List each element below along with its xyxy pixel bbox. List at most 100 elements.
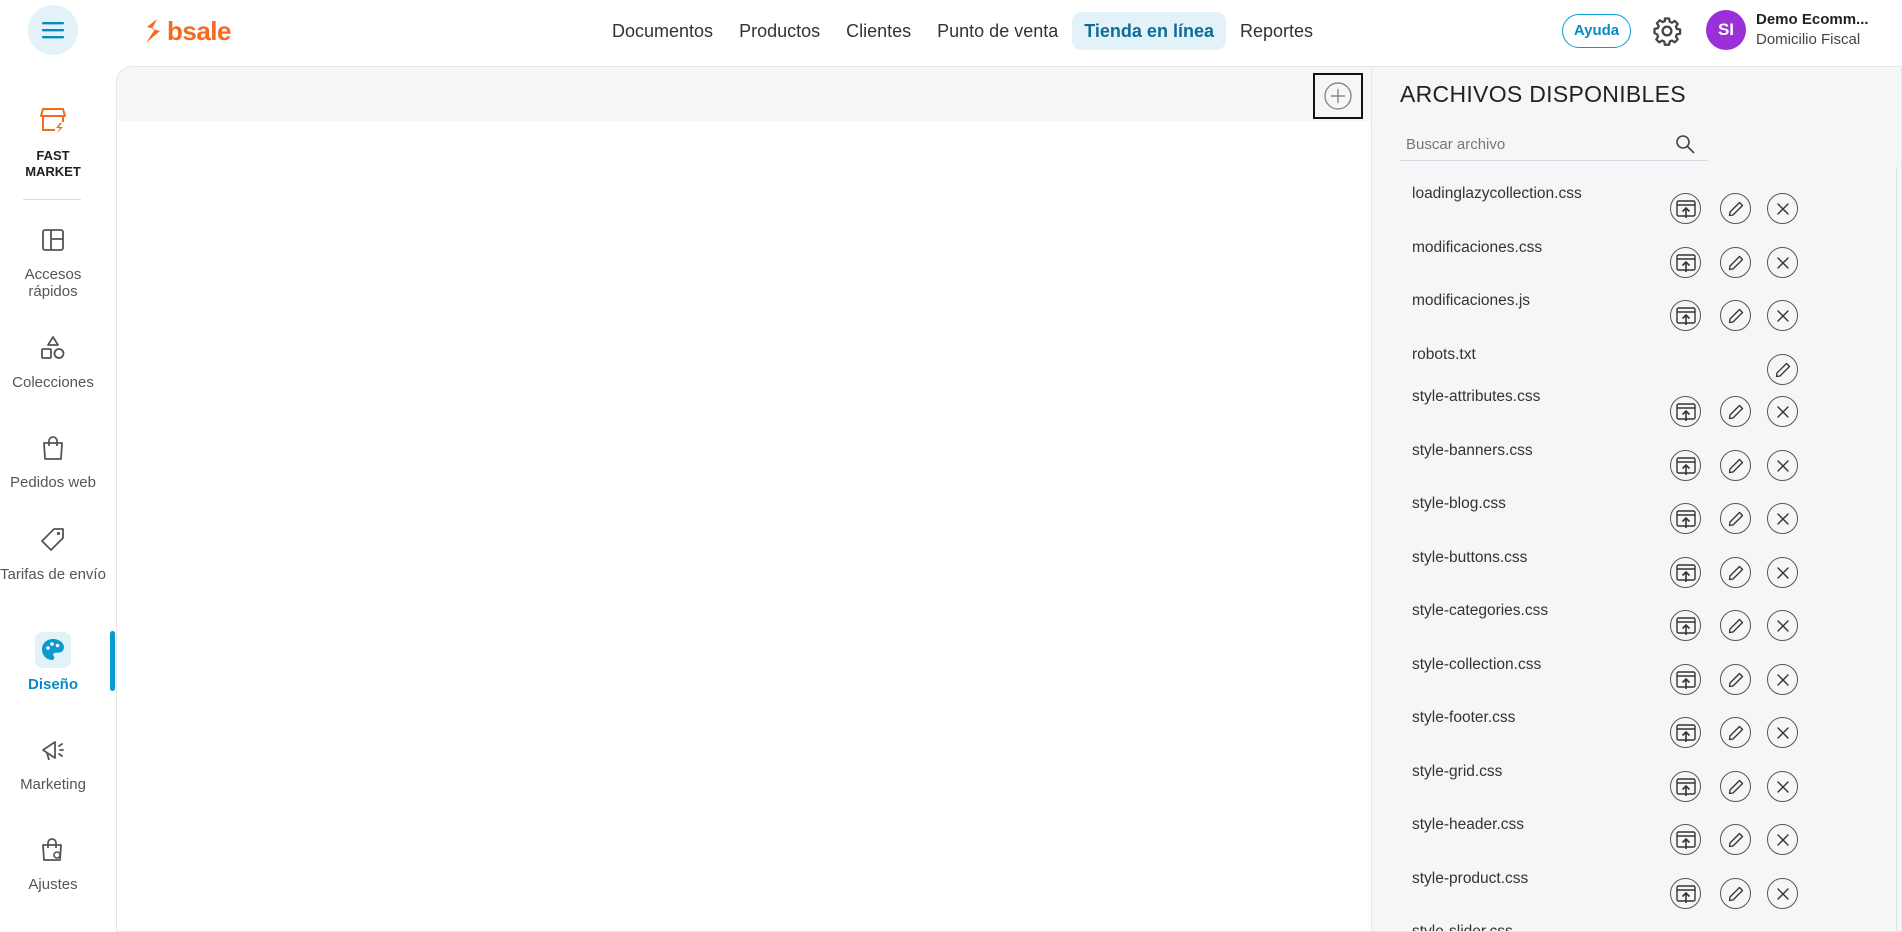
publish-file-button[interactable] bbox=[1670, 396, 1701, 427]
edit-file-button[interactable] bbox=[1720, 664, 1751, 695]
edit-file-button[interactable] bbox=[1720, 193, 1751, 224]
edit-file-button[interactable] bbox=[1767, 354, 1798, 385]
bsale-logo[interactable]: bsale bbox=[143, 14, 232, 48]
hamburger-icon bbox=[42, 22, 64, 39]
sidebar-brand[interactable]: FAST MARKET bbox=[0, 102, 106, 180]
upload-window-icon bbox=[1675, 252, 1697, 274]
search-icon[interactable] bbox=[1674, 133, 1696, 155]
sidebar-item-tarifas-de-envio[interactable]: Tarifas de envío bbox=[0, 522, 106, 583]
publish-file-button[interactable] bbox=[1670, 450, 1701, 481]
upload-window-icon bbox=[1675, 776, 1697, 798]
edit-file-button[interactable] bbox=[1720, 824, 1751, 855]
file-name[interactable]: style-categories.css bbox=[1412, 602, 1548, 620]
close-icon bbox=[1776, 256, 1790, 270]
delete-file-button[interactable] bbox=[1767, 664, 1798, 695]
close-icon bbox=[1776, 566, 1790, 580]
sidebar-item-marketing[interactable]: Marketing bbox=[0, 732, 106, 793]
pencil-icon bbox=[1727, 671, 1745, 689]
edit-file-button[interactable] bbox=[1720, 503, 1751, 534]
edit-file-button[interactable] bbox=[1720, 610, 1751, 641]
file-row: style-categories.css bbox=[1412, 602, 1872, 656]
plus-circle-icon bbox=[1324, 82, 1352, 110]
sidebar-item-colecciones[interactable]: Colecciones bbox=[0, 330, 106, 391]
file-name[interactable]: style-header.css bbox=[1412, 816, 1524, 834]
add-file-button[interactable] bbox=[1313, 73, 1363, 119]
edit-file-button[interactable] bbox=[1720, 450, 1751, 481]
publish-file-button[interactable] bbox=[1670, 503, 1701, 534]
sidebar-item-diseno[interactable]: Diseño bbox=[0, 632, 106, 693]
palette-icon bbox=[35, 632, 71, 668]
file-row: style-buttons.css bbox=[1412, 549, 1872, 603]
delete-file-button[interactable] bbox=[1767, 247, 1798, 278]
file-name[interactable]: loadinglazycollection.css bbox=[1412, 185, 1582, 203]
pencil-icon bbox=[1727, 200, 1745, 218]
nav-documentos[interactable]: Documentos bbox=[600, 12, 725, 50]
publish-file-button[interactable] bbox=[1670, 247, 1701, 278]
delete-file-button[interactable] bbox=[1767, 300, 1798, 331]
file-name[interactable]: style-attributes.css bbox=[1412, 388, 1540, 406]
account-info[interactable]: Demo Ecomm... Domicilio Fiscal bbox=[1756, 11, 1896, 48]
edit-file-button[interactable] bbox=[1720, 247, 1751, 278]
file-name[interactable]: robots.txt bbox=[1412, 346, 1476, 364]
file-row: style-collection.css bbox=[1412, 656, 1872, 710]
file-name[interactable]: style-product.css bbox=[1412, 870, 1528, 888]
publish-file-button[interactable] bbox=[1670, 824, 1701, 855]
bag-gear-icon bbox=[35, 832, 71, 868]
avatar[interactable]: SI bbox=[1706, 10, 1746, 50]
sidebar-item-pedidos-web[interactable]: Pedidos web bbox=[0, 430, 106, 491]
search-box bbox=[1400, 129, 1708, 161]
sidebar-item-accesos-rapidos[interactable]: Accesos rápidos bbox=[0, 222, 106, 300]
menu-button[interactable] bbox=[28, 5, 78, 55]
delete-file-button[interactable] bbox=[1767, 450, 1798, 481]
file-name[interactable]: modificaciones.css bbox=[1412, 239, 1542, 257]
upload-window-icon bbox=[1675, 883, 1697, 905]
publish-file-button[interactable] bbox=[1670, 300, 1701, 331]
search-input[interactable] bbox=[1400, 129, 1670, 159]
tag-icon bbox=[35, 522, 71, 558]
help-button[interactable]: Ayuda bbox=[1562, 14, 1631, 48]
publish-file-button[interactable] bbox=[1670, 878, 1701, 909]
edit-file-button[interactable] bbox=[1720, 771, 1751, 802]
file-row: modificaciones.js bbox=[1412, 292, 1872, 346]
delete-file-button[interactable] bbox=[1767, 503, 1798, 534]
delete-file-button[interactable] bbox=[1767, 557, 1798, 588]
nav-punto-de-venta[interactable]: Punto de venta bbox=[925, 12, 1070, 50]
edit-file-button[interactable] bbox=[1720, 557, 1751, 588]
file-name[interactable]: style-footer.css bbox=[1412, 709, 1515, 727]
edit-file-button[interactable] bbox=[1720, 300, 1751, 331]
file-name[interactable]: style-blog.css bbox=[1412, 495, 1506, 513]
edit-file-button[interactable] bbox=[1720, 396, 1751, 427]
editor-area[interactable] bbox=[117, 121, 1371, 931]
publish-file-button[interactable] bbox=[1670, 664, 1701, 695]
edit-file-button[interactable] bbox=[1720, 878, 1751, 909]
edit-file-button[interactable] bbox=[1720, 717, 1751, 748]
file-name[interactable]: style-collection.css bbox=[1412, 656, 1541, 674]
publish-file-button[interactable] bbox=[1670, 610, 1701, 641]
delete-file-button[interactable] bbox=[1767, 717, 1798, 748]
delete-file-button[interactable] bbox=[1767, 771, 1798, 802]
file-name[interactable]: style-slider.css bbox=[1412, 923, 1513, 931]
publish-file-button[interactable] bbox=[1670, 557, 1701, 588]
delete-file-button[interactable] bbox=[1767, 878, 1798, 909]
delete-file-button[interactable] bbox=[1767, 610, 1798, 641]
file-name[interactable]: style-buttons.css bbox=[1412, 549, 1527, 567]
file-name[interactable]: style-banners.css bbox=[1412, 442, 1533, 460]
delete-file-button[interactable] bbox=[1767, 193, 1798, 224]
gear-icon[interactable] bbox=[1652, 16, 1682, 46]
nav-clientes[interactable]: Clientes bbox=[834, 12, 923, 50]
delete-file-button[interactable] bbox=[1767, 396, 1798, 427]
file-name[interactable]: modificaciones.js bbox=[1412, 292, 1530, 310]
sidebar-item-ajustes[interactable]: Ajustes bbox=[0, 832, 106, 893]
upload-window-icon bbox=[1675, 508, 1697, 530]
nav-productos[interactable]: Productos bbox=[727, 12, 832, 50]
file-name[interactable]: style-grid.css bbox=[1412, 763, 1502, 781]
sidebar-item-label: Accesos rápidos bbox=[24, 266, 82, 300]
top-bar: bsale Documentos Productos Clientes Punt… bbox=[0, 0, 1902, 62]
publish-file-button[interactable] bbox=[1670, 771, 1701, 802]
nav-reportes[interactable]: Reportes bbox=[1228, 12, 1325, 50]
publish-file-button[interactable] bbox=[1670, 717, 1701, 748]
scrollbar-track[interactable] bbox=[1896, 167, 1897, 931]
nav-tienda-en-linea[interactable]: Tienda en línea bbox=[1072, 12, 1226, 50]
publish-file-button[interactable] bbox=[1670, 193, 1701, 224]
delete-file-button[interactable] bbox=[1767, 824, 1798, 855]
